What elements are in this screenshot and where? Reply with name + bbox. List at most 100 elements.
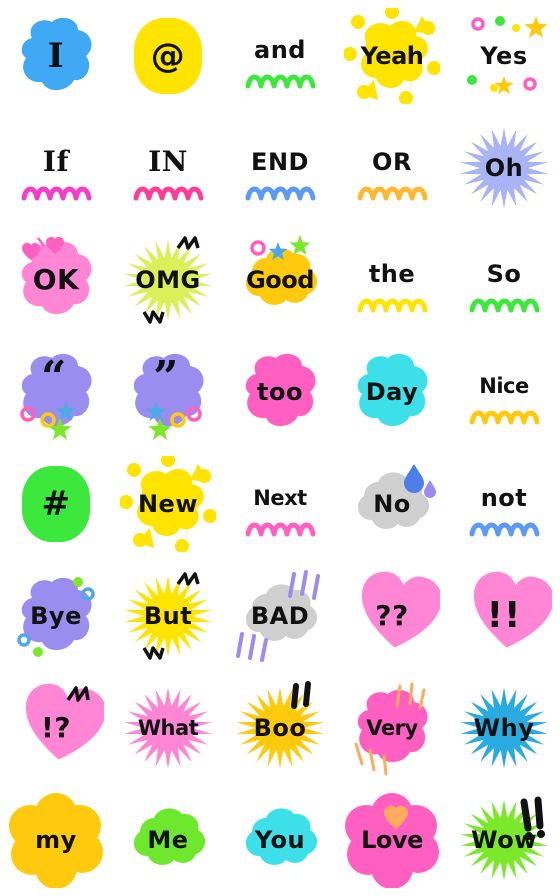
sticker-or[interactable]: OR: [344, 120, 440, 216]
sticker-cell-quote-open[interactable]: “: [0, 336, 112, 448]
sticker-label-in: IN: [148, 145, 188, 178]
sticker-yeah[interactable]: Yeah: [344, 8, 440, 104]
sticker-label-so: So: [486, 260, 522, 288]
sticker-ok[interactable]: OK: [8, 232, 104, 328]
sticker-label-too: too: [257, 378, 303, 406]
sticker-end[interactable]: END: [232, 120, 328, 216]
sticker-me[interactable]: Me: [120, 792, 216, 888]
sticker-cell-bye[interactable]: Bye: [0, 560, 112, 672]
sticker-cell-hash[interactable]: #: [0, 448, 112, 560]
sticker-quote-open[interactable]: “: [8, 344, 104, 440]
sticker-omg[interactable]: OMG: [120, 232, 216, 328]
sticker-cell-love[interactable]: Love: [336, 784, 448, 896]
sticker-cell-surprise[interactable]: !?: [0, 672, 112, 784]
sticker-cell-ok[interactable]: OK: [0, 224, 112, 336]
sticker-and[interactable]: and: [232, 8, 328, 104]
sticker-cell-nice[interactable]: Nice: [448, 336, 560, 448]
sticker-cell-the[interactable]: the: [336, 224, 448, 336]
sticker-cell-wow[interactable]: Wow: [448, 784, 560, 896]
sticker-label-hash: #: [41, 484, 71, 524]
sticker-cell-or[interactable]: OR: [336, 112, 448, 224]
sticker-yes[interactable]: Yes: [456, 8, 552, 104]
sticker-grid: I @ and Yeah Yes If IN END OR Oh OK OMG Good the So “ ” t…: [0, 0, 560, 896]
sticker-label-my: my: [35, 826, 77, 854]
sticker-label-quote-close: ”: [153, 352, 179, 403]
sticker-bad[interactable]: BAD: [232, 568, 328, 664]
sticker-cell-quote-close[interactable]: ”: [112, 336, 224, 448]
sticker-so[interactable]: So: [456, 232, 552, 328]
sticker-next[interactable]: Next: [232, 456, 328, 552]
sticker-cell-boo[interactable]: Boo: [224, 672, 336, 784]
sticker-label-ok: OK: [32, 263, 80, 296]
sticker-cell-no[interactable]: No: [336, 448, 448, 560]
sticker-label-love: Love: [361, 826, 423, 854]
sticker-cell-you[interactable]: You: [224, 784, 336, 896]
sticker-cell-too[interactable]: too: [224, 336, 336, 448]
sticker-cell-bad[interactable]: BAD: [224, 560, 336, 672]
sticker-cell-oh[interactable]: Oh: [448, 112, 560, 224]
sticker-the[interactable]: the: [344, 232, 440, 328]
sticker-oh[interactable]: Oh: [456, 120, 552, 216]
sticker-label-yeah: Yeah: [360, 42, 424, 70]
sticker-cell-omg[interactable]: OMG: [112, 224, 224, 336]
sticker-quote-close[interactable]: ”: [120, 344, 216, 440]
sticker-label-oh: Oh: [484, 154, 524, 182]
sticker-wow[interactable]: Wow: [456, 792, 552, 888]
sticker-cell-new[interactable]: New: [112, 448, 224, 560]
sticker-nice[interactable]: Nice: [456, 344, 552, 440]
sticker-cell-me[interactable]: Me: [112, 784, 224, 896]
sticker-cell-and[interactable]: and: [224, 0, 336, 112]
sticker-bye[interactable]: Bye: [8, 568, 104, 664]
sticker-cell-but[interactable]: But: [112, 560, 224, 672]
sticker-label-bad: BAD: [250, 602, 310, 630]
sticker-question-marks[interactable]: ??: [344, 568, 440, 664]
sticker-very[interactable]: Very: [344, 680, 440, 776]
sticker-cell-end[interactable]: END: [224, 112, 336, 224]
sticker-new[interactable]: New: [120, 456, 216, 552]
sticker-hash[interactable]: #: [8, 456, 104, 552]
sticker-at[interactable]: @: [120, 8, 216, 104]
sticker-label-no: No: [373, 490, 411, 518]
sticker-cell-question-marks[interactable]: ??: [336, 560, 448, 672]
sticker-why[interactable]: Why: [456, 680, 552, 776]
sticker-day[interactable]: Day: [344, 344, 440, 440]
sticker-surprise[interactable]: !?: [8, 680, 104, 776]
sticker-too[interactable]: too: [232, 344, 328, 440]
sticker-label-i: I: [47, 36, 65, 76]
sticker-label-surprise: !?: [40, 711, 71, 744]
sticker-cell-what[interactable]: What: [112, 672, 224, 784]
sticker-love[interactable]: Love: [344, 792, 440, 888]
sticker-not[interactable]: not: [456, 456, 552, 552]
sticker-in[interactable]: IN: [120, 120, 216, 216]
sticker-cell-why[interactable]: Why: [448, 672, 560, 784]
sticker-exclamations[interactable]: !!: [456, 568, 552, 664]
sticker-cell-yeah[interactable]: Yeah: [336, 0, 448, 112]
sticker-i[interactable]: I: [8, 8, 104, 104]
sticker-if[interactable]: If: [8, 120, 104, 216]
sticker-label-or: OR: [372, 148, 412, 176]
sticker-cell-so[interactable]: So: [448, 224, 560, 336]
sticker-label-good: Good: [246, 266, 314, 294]
sticker-label-what: What: [137, 715, 199, 740]
sticker-cell-in[interactable]: IN: [112, 112, 224, 224]
sticker-cell-day[interactable]: Day: [336, 336, 448, 448]
sticker-but[interactable]: But: [120, 568, 216, 664]
sticker-good[interactable]: Good: [232, 232, 328, 328]
sticker-label-wow: Wow: [471, 826, 537, 854]
sticker-boo[interactable]: Boo: [232, 680, 328, 776]
sticker-cell-at[interactable]: @: [112, 0, 224, 112]
sticker-no[interactable]: No: [344, 456, 440, 552]
sticker-cell-yes[interactable]: Yes: [448, 0, 560, 112]
sticker-cell-not[interactable]: not: [448, 448, 560, 560]
sticker-cell-very[interactable]: Very: [336, 672, 448, 784]
sticker-cell-my[interactable]: my: [0, 784, 112, 896]
sticker-cell-i[interactable]: I: [0, 0, 112, 112]
sticker-you[interactable]: You: [232, 792, 328, 888]
sticker-cell-good[interactable]: Good: [224, 224, 336, 336]
sticker-cell-next[interactable]: Next: [224, 448, 336, 560]
sticker-cell-if[interactable]: If: [0, 112, 112, 224]
sticker-what[interactable]: What: [120, 680, 216, 776]
sticker-label-not: not: [480, 484, 528, 512]
sticker-my[interactable]: my: [8, 792, 104, 888]
sticker-cell-exclamations[interactable]: !!: [448, 560, 560, 672]
